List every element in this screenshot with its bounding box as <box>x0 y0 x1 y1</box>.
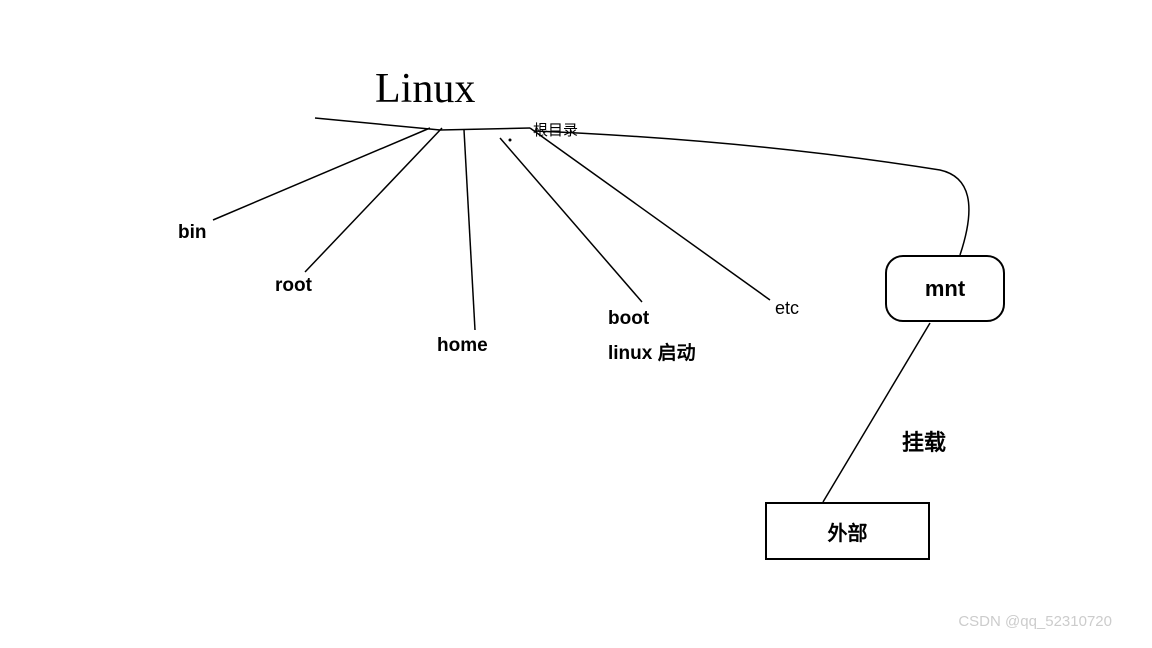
watermark: CSDN @qq_52310720 <box>958 613 1112 630</box>
external-label: 外部 <box>828 517 868 546</box>
dir-boot: boot <box>608 308 649 330</box>
dir-boot-sub: linux 启动 <box>608 338 696 365</box>
title-linux: Linux <box>375 65 475 113</box>
dir-bin: bin <box>178 222 207 244</box>
mount-label: 挂载 <box>902 425 946 457</box>
dir-home: home <box>437 335 488 357</box>
diagram-lines <box>0 0 1152 648</box>
external-box: 外部 <box>765 502 930 560</box>
dir-root: root <box>275 275 312 297</box>
mnt-box: mnt <box>885 255 1005 322</box>
mnt-label: mnt <box>925 276 965 302</box>
root-dir-label: 根目录 <box>533 119 578 140</box>
dir-etc: etc <box>775 298 799 319</box>
